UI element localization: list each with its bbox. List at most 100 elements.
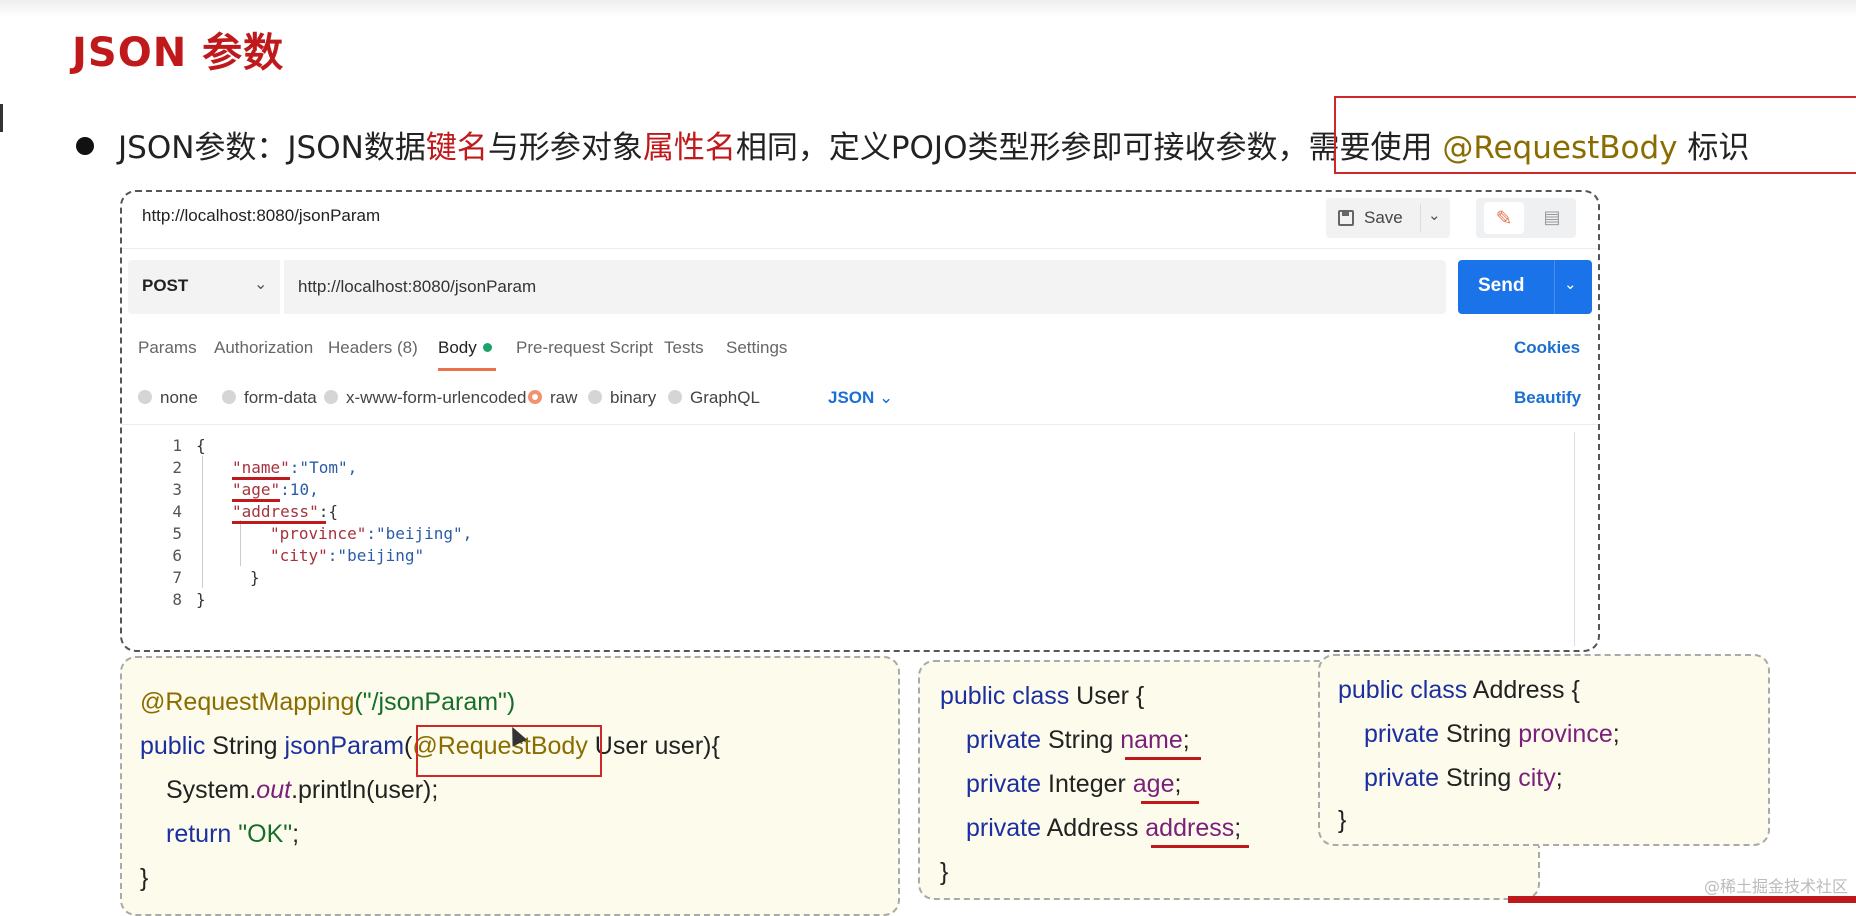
radio-circle — [324, 389, 338, 404]
save-button[interactable]: Save ⌄ — [1326, 198, 1450, 238]
code-line: private String name; — [966, 726, 1190, 754]
code-line: "province":"beijing", — [270, 524, 472, 543]
code-line: { — [196, 436, 206, 455]
divider — [1554, 260, 1555, 314]
line-number: 2 — [172, 458, 182, 477]
chevron-down-icon: ⌄ — [254, 276, 268, 293]
code-line: "city":"beijing" — [270, 546, 424, 565]
code-line: private Integer age; — [966, 770, 1182, 798]
chevron-down-icon[interactable]: ⌄ — [1428, 206, 1441, 224]
json-key: "city" — [270, 546, 328, 565]
callout-box — [1334, 96, 1856, 174]
json-key: "name" — [232, 458, 290, 477]
method-name: jsonParam — [284, 732, 405, 760]
bullet-part: 与形参对象 — [487, 130, 643, 166]
type: Address — [1041, 814, 1146, 842]
json-value: :"Tom", — [289, 458, 358, 477]
radio-circle — [222, 389, 236, 404]
code-part: ; — [292, 820, 300, 848]
type: Integer — [1041, 770, 1133, 798]
line-number: 7 — [172, 568, 182, 587]
line-number: 5 — [172, 524, 182, 543]
url-input[interactable]: http://localhost:8080/jsonParam — [284, 260, 1446, 314]
json-value: :"beijing", — [366, 524, 473, 543]
divider — [1420, 204, 1421, 232]
radio-raw[interactable]: raw — [528, 388, 577, 408]
type: String — [205, 732, 285, 760]
tab-settings[interactable]: Settings — [726, 338, 787, 358]
json-key: "age" — [232, 480, 281, 499]
pencil-icon[interactable]: ✎ — [1484, 202, 1524, 234]
code-line: private String city; — [1364, 764, 1563, 792]
comment-icon[interactable]: ▤ — [1534, 202, 1570, 234]
method-value: POST — [142, 276, 189, 295]
radio-none[interactable]: none — [138, 388, 198, 408]
send-button[interactable]: Send ⌄ — [1458, 260, 1592, 314]
code-line: public class User { — [940, 682, 1144, 711]
scrollbar-track — [1574, 432, 1575, 646]
radio-urlencoded[interactable]: x-www-form-urlencoded — [324, 388, 526, 408]
code-line: "age":10, — [232, 480, 319, 499]
status-dot — [482, 343, 492, 353]
view-toggle-group: ✎ ▤ — [1476, 198, 1576, 238]
line-number: 4 — [172, 502, 182, 521]
beautify-link[interactable]: Beautify — [1514, 388, 1581, 408]
field-underline — [1141, 801, 1199, 804]
code-part: System. — [166, 776, 257, 804]
field-name: city — [1518, 764, 1556, 792]
code-line: public class Address { — [1338, 676, 1580, 705]
keyword: private — [966, 814, 1042, 842]
class-name: Address { — [1467, 676, 1580, 704]
active-tab-indicator — [438, 368, 496, 371]
radio-circle — [138, 389, 152, 404]
radio-graphql[interactable]: GraphQL — [668, 388, 760, 408]
keyword: private — [1364, 764, 1440, 792]
key-underline — [232, 477, 290, 480]
tab-tests[interactable]: Tests — [664, 338, 704, 358]
tab-headers[interactable]: Headers (8) — [328, 338, 418, 358]
radio-circle-selected — [528, 389, 542, 404]
cookies-link[interactable]: Cookies — [1514, 338, 1580, 358]
key-underline — [232, 521, 326, 524]
slide-title: JSON 参数 — [72, 30, 285, 76]
code-line: } — [196, 590, 206, 609]
watermark: @稀土掘金技术社区 — [1703, 877, 1848, 896]
radio-circle — [588, 389, 602, 404]
type: String — [1041, 726, 1121, 754]
tab-authorization[interactable]: Authorization — [214, 338, 313, 358]
method-select[interactable]: POST ⌄ — [128, 260, 280, 314]
code-line: private Address address; — [966, 814, 1242, 842]
tab-pre-request-script[interactable]: Pre-request Script — [516, 338, 653, 358]
bullet-dot — [76, 136, 94, 155]
keyword: return — [166, 820, 232, 848]
string-literal: ("/jsonParam") — [354, 688, 516, 716]
top-shade — [0, 0, 1856, 18]
radio-form-data[interactable]: form-data — [222, 388, 317, 408]
chevron-down-icon[interactable]: ⌄ — [1564, 275, 1577, 293]
field-name: name — [1120, 726, 1183, 754]
bullet-part: 相同，定义POJO类型形参即可接收参数， — [735, 130, 1309, 166]
code-line: } — [250, 568, 260, 587]
edge-marker — [0, 104, 3, 132]
code-line: "address":{ — [232, 502, 338, 521]
tab-params[interactable]: Params — [138, 338, 197, 358]
radio-label: none — [160, 388, 198, 407]
radio-label: form-data — [244, 388, 317, 407]
params: User user){ — [587, 732, 720, 760]
tab-body[interactable]: Body — [438, 338, 496, 371]
code-line: "name":"Tom", — [232, 458, 357, 477]
radio-binary[interactable]: binary — [588, 388, 656, 408]
line-number: 6 — [172, 546, 182, 565]
json-key: "address" — [232, 502, 319, 521]
field-underline — [1151, 845, 1249, 848]
json-punct: :{ — [318, 502, 338, 521]
code-line: } — [940, 858, 949, 886]
line-number: 8 — [172, 590, 182, 609]
keyword: public — [140, 732, 206, 760]
code-line: } — [1338, 806, 1347, 834]
format-value: JSON — [828, 388, 875, 407]
line-number: 3 — [172, 480, 182, 499]
radio-circle — [668, 389, 682, 404]
keyword: public class — [1338, 676, 1468, 704]
format-select[interactable]: JSON ⌄ — [828, 388, 893, 408]
